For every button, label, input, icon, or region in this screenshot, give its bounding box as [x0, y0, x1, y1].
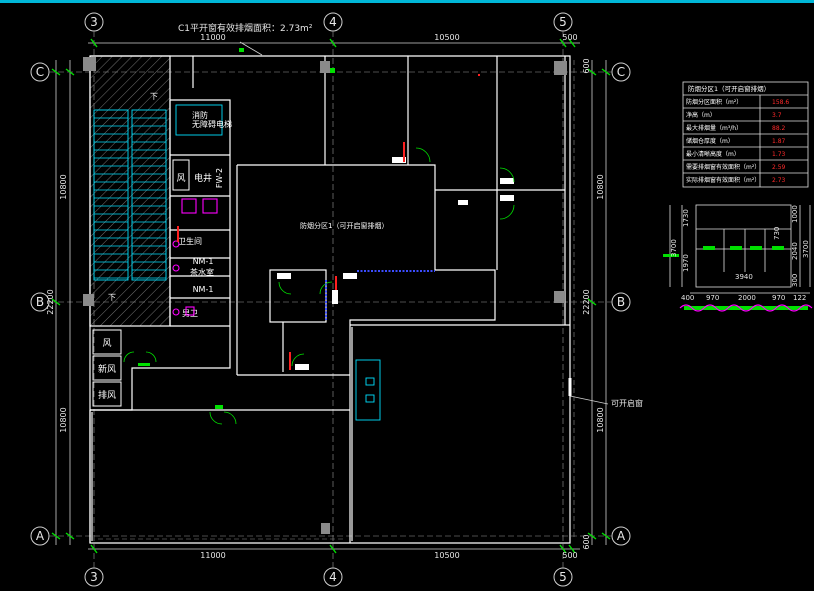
office-zone-label: 防烟分区1（可开启窗排烟） — [300, 221, 388, 230]
elev-right-3: 2040 — [791, 242, 799, 260]
table-row-value: 3.7 — [772, 112, 782, 119]
elevator-label: 消防无障碍电梯 — [192, 110, 232, 129]
nm1b-label: NM-1 — [193, 285, 214, 294]
table-row-label: 防烟分区面积（m²） — [686, 98, 742, 106]
cad-canvas[interactable]: 3 4 5 3 4 5 C B A C B A 11000 10500 500 … — [0, 0, 814, 591]
stair-down-label: 下 — [108, 293, 116, 302]
axis-label-b-right: B — [617, 295, 625, 309]
fw2-label: FW-2 — [215, 168, 224, 188]
dim-right-small-top: 600 — [582, 58, 591, 73]
elev-right-4: 3700 — [802, 240, 810, 258]
dim-right-1: 10800 — [596, 174, 605, 199]
table-row-label: 储烟仓厚度（m） — [686, 137, 734, 145]
axis-label-4-bottom: 4 — [329, 570, 337, 584]
shaft-exhaust-label: 排风 — [98, 389, 116, 401]
table-rows: 防烟分区面积（m²） 158.6 净高（m） 3.7 最大排烟量（m³/h） 88.2 储烟… — [686, 98, 789, 184]
wind-label: 风 — [176, 173, 185, 184]
elev-bottom-1: 400 — [681, 294, 694, 302]
smoke-zone-table — [682, 81, 809, 188]
openable-window-note: 可开启窗 — [611, 398, 643, 408]
floor-plan — [89, 55, 571, 544]
dim-right-2: 22200 — [582, 289, 591, 314]
table-row-value: 1.87 — [772, 138, 786, 145]
shaft-wind-label: 风 — [102, 338, 111, 349]
elev-bottom-5: 122 — [793, 294, 806, 302]
axis-label-a-left: A — [36, 529, 45, 543]
elev-left-3: 1970 — [682, 254, 690, 272]
table-row-label: 最大排烟量（m³/h） — [686, 124, 742, 132]
axis-label-c-right: C — [617, 65, 625, 79]
wc-male-label: 男卫 — [182, 309, 198, 318]
glass-partitions — [325, 270, 435, 320]
dim-left-1: 10800 — [59, 174, 68, 199]
dim-bottom-2: 10500 — [434, 551, 459, 560]
dim-top-2: 10500 — [434, 33, 459, 42]
axis-label-3-bottom: 3 — [90, 570, 98, 584]
table-row-value: 88.2 — [772, 125, 786, 132]
dim-right-3: 10800 — [596, 407, 605, 432]
pipe-well-label: 电井 — [194, 172, 212, 184]
axis-label-4-top: 4 — [329, 15, 337, 29]
elev-right-5: 300 — [791, 274, 799, 287]
table-row-label: 最小清晰高度（m） — [686, 150, 740, 158]
nm1a-label: NM-1 — [193, 257, 214, 266]
table-header: 防烟分区1（可开启窗排烟） — [688, 84, 770, 93]
smoke-window-note: C1平开窗有效排烟面积：2.73m² — [178, 22, 313, 34]
axis-label-a-right: A — [617, 529, 626, 543]
elev-left-2: 3700 — [670, 239, 678, 257]
dim-bottom-3: 500 — [562, 551, 577, 560]
axis-label-c-left: C — [36, 65, 44, 79]
dim-left-3: 10800 — [59, 407, 68, 432]
elev-bottom-4: 970 — [772, 294, 785, 302]
axis-label-3-top: 3 — [90, 15, 98, 29]
axis-label-b-left: B — [36, 295, 44, 309]
shaft-new-label: 新风 — [98, 363, 116, 375]
dim-top-3: 500 — [562, 33, 577, 42]
double-door-frame — [355, 359, 381, 421]
elev-right-2: 730 — [773, 227, 781, 240]
axis-label-5-bottom: 5 — [559, 570, 567, 584]
table-row-value: 2.59 — [772, 164, 786, 171]
table-row-label: 需要排烟窗有效面积（m²） — [686, 163, 760, 171]
table-row-label: 实际排烟窗有效面积（m²） — [686, 176, 760, 184]
dim-top-1: 11000 — [200, 33, 225, 42]
elev-bottom-3: 2000 — [738, 294, 756, 302]
tea-label: 茶水室 — [190, 267, 214, 277]
elev-left-1: 1730 — [682, 209, 690, 227]
elev-bottom-2: 970 — [706, 294, 719, 302]
table-row-value: 2.73 — [772, 177, 786, 184]
elev-right-1: 1000 — [791, 205, 799, 223]
table-row-value: 1.73 — [772, 151, 786, 158]
stair-up-label: 下 — [150, 92, 158, 101]
table-row-label: 净高（m） — [686, 111, 716, 119]
elev-inner: 3940 — [735, 273, 753, 281]
axis-label-5-top: 5 — [559, 15, 567, 29]
table-row-value: 158.6 — [772, 99, 789, 106]
wc-label: 卫生间 — [178, 236, 202, 246]
dim-bottom-1: 11000 — [200, 551, 225, 560]
dim-right-small-bottom: 600 — [582, 534, 591, 549]
dim-left-2: 22200 — [46, 289, 55, 314]
